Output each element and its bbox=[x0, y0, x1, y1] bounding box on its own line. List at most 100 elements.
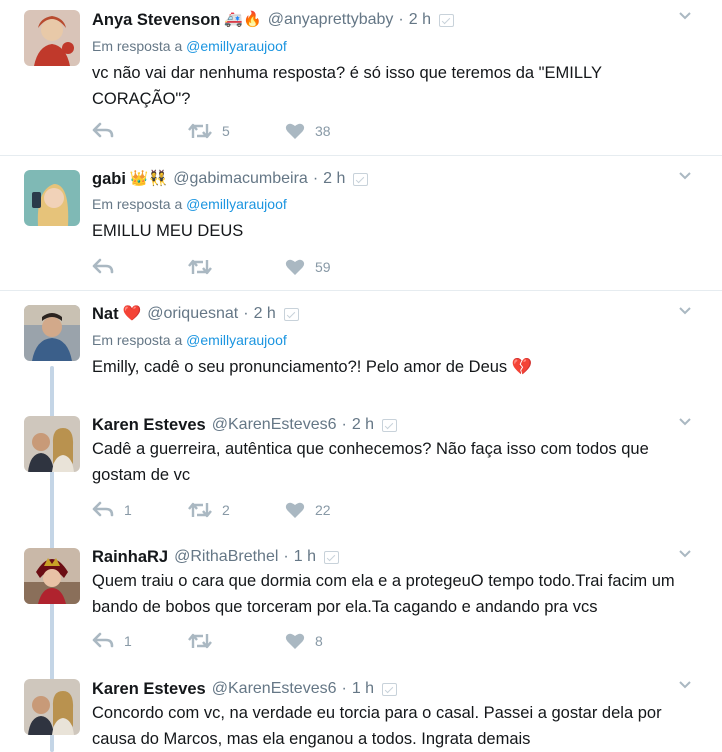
display-name[interactable]: Karen Esteves bbox=[92, 415, 206, 435]
display-name[interactable]: Anya Stevenson bbox=[92, 10, 220, 30]
chevron-down-icon[interactable] bbox=[678, 678, 692, 692]
reply-icon bbox=[92, 258, 114, 274]
avatar[interactable] bbox=[24, 679, 80, 735]
timestamp[interactable]: 2 h bbox=[409, 10, 431, 30]
username[interactable]: @oriquesnat bbox=[147, 304, 238, 324]
separator-dot: · bbox=[341, 680, 347, 697]
reply-prefix: Em resposta a bbox=[92, 332, 183, 348]
tweet-text: Concordo com vc, na verdade eu torcia pa… bbox=[92, 704, 662, 748]
tweet[interactable]: RainhaRJ @RithaBrethel · 1 h Quem traiu … bbox=[0, 530, 722, 663]
like-icon bbox=[285, 123, 305, 139]
like-icon bbox=[285, 259, 305, 275]
tweet-header: Karen Esteves @KarenEsteves6 · 1 h bbox=[92, 679, 398, 699]
display-name[interactable]: gabi bbox=[92, 169, 126, 189]
tweet[interactable]: Karen Esteves @KarenEsteves6 · 1 h Conco… bbox=[0, 663, 722, 752]
reply-handle-link[interactable]: @emillyaraujoof bbox=[186, 332, 287, 348]
reply-context: Em resposta a @emillyaraujoof bbox=[92, 332, 287, 348]
reply-prefix: Em resposta a bbox=[92, 196, 183, 212]
tweet-header: Anya Stevenson 🚑🔥 @anyaprettybaby · 2 h bbox=[92, 10, 454, 30]
retweet-button[interactable] bbox=[188, 631, 222, 651]
tweet-actions: 1 8 bbox=[92, 631, 392, 651]
tweet-text: EMILLU MEU DEUS bbox=[92, 222, 244, 240]
chevron-down-icon[interactable] bbox=[678, 415, 692, 429]
reply-count: 1 bbox=[124, 502, 132, 518]
reply-context: Em resposta a @emillyaraujoof bbox=[92, 196, 287, 212]
reply-icon bbox=[92, 501, 114, 517]
tweet-text: Emilly, cadê o seu pronunciamento?! Pelo… bbox=[92, 358, 533, 376]
tweet-header: RainhaRJ @RithaBrethel · 1 h bbox=[92, 547, 339, 567]
reply-button[interactable]: 1 bbox=[92, 500, 132, 520]
display-name[interactable]: Karen Esteves bbox=[92, 679, 206, 699]
reply-count: 1 bbox=[124, 633, 132, 649]
verified-badge-icon bbox=[283, 307, 299, 321]
username[interactable]: @gabimacumbeira bbox=[173, 169, 308, 189]
like-button[interactable]: 22 bbox=[285, 500, 331, 520]
verified-badge-icon bbox=[382, 682, 398, 696]
reply-icon bbox=[92, 122, 114, 138]
retweet-count: 5 bbox=[222, 123, 230, 139]
tweet-header: Nat ❤️ @oriquesnat · 2 h bbox=[92, 304, 299, 324]
like-count: 38 bbox=[315, 123, 331, 139]
like-button[interactable]: 8 bbox=[285, 631, 323, 651]
avatar[interactable] bbox=[24, 416, 80, 472]
verified-badge-icon bbox=[382, 418, 398, 432]
tweet-header: gabi 👑👯 @gabimacumbeira · 2 h bbox=[92, 169, 369, 189]
separator-dot: · bbox=[398, 11, 404, 28]
reply-button[interactable] bbox=[92, 257, 124, 277]
avatar[interactable] bbox=[24, 10, 80, 66]
tweet[interactable]: Nat ❤️ @oriquesnat · 2 h Em resposta a @… bbox=[0, 291, 722, 396]
timestamp[interactable]: 2 h bbox=[323, 169, 345, 189]
timestamp[interactable]: 1 h bbox=[352, 679, 374, 699]
verified-badge-icon bbox=[438, 13, 454, 27]
reply-button[interactable]: 1 bbox=[92, 631, 132, 651]
username[interactable]: @KarenEsteves6 bbox=[212, 415, 337, 435]
like-count: 8 bbox=[315, 633, 323, 649]
like-icon bbox=[285, 502, 305, 518]
retweet-icon bbox=[188, 259, 212, 275]
timestamp[interactable]: 2 h bbox=[254, 304, 276, 324]
reply-prefix: Em resposta a bbox=[92, 38, 183, 54]
separator-dot: · bbox=[312, 170, 319, 187]
display-name[interactable]: RainhaRJ bbox=[92, 547, 168, 567]
like-button[interactable]: 38 bbox=[285, 121, 331, 141]
chevron-down-icon[interactable] bbox=[678, 169, 692, 183]
avatar[interactable] bbox=[24, 170, 80, 226]
retweet-icon bbox=[188, 502, 212, 518]
reply-context: Em resposta a @emillyaraujoof bbox=[92, 38, 287, 54]
verified-badge-icon bbox=[353, 172, 369, 186]
retweet-button[interactable] bbox=[188, 257, 222, 277]
reply-handle-link[interactable]: @emillyaraujoof bbox=[186, 196, 287, 212]
avatar[interactable] bbox=[24, 305, 80, 361]
reply-handle-link[interactable]: @emillyaraujoof bbox=[186, 38, 287, 54]
display-name[interactable]: Nat bbox=[92, 304, 119, 324]
like-count: 22 bbox=[315, 502, 331, 518]
chevron-down-icon[interactable] bbox=[678, 547, 692, 561]
name-emoji: 👑👯 bbox=[129, 170, 168, 187]
chevron-down-icon[interactable] bbox=[678, 304, 692, 318]
reply-button[interactable] bbox=[92, 121, 124, 141]
timestamp[interactable]: 2 h bbox=[352, 415, 374, 435]
avatar[interactable] bbox=[24, 548, 80, 604]
retweet-count: 2 bbox=[222, 502, 230, 518]
reply-icon bbox=[92, 632, 114, 648]
tweet-actions: 59 bbox=[92, 257, 392, 277]
tweet[interactable]: Anya Stevenson 🚑🔥 @anyaprettybaby · 2 h … bbox=[0, 0, 722, 155]
like-button[interactable]: 59 bbox=[285, 257, 331, 277]
retweet-button[interactable]: 2 bbox=[188, 500, 230, 520]
tweet-header: Karen Esteves @KarenEsteves6 · 2 h bbox=[92, 415, 398, 435]
username[interactable]: @KarenEsteves6 bbox=[212, 679, 337, 699]
tweet[interactable]: gabi 👑👯 @gabimacumbeira · 2 h Em respost… bbox=[0, 156, 722, 290]
tweet-text: Quem traiu o cara que dormia com ela e a… bbox=[92, 572, 675, 616]
verified-badge-icon bbox=[323, 550, 339, 564]
retweet-button[interactable]: 5 bbox=[188, 121, 230, 141]
timestamp[interactable]: 1 h bbox=[294, 547, 316, 567]
retweet-icon bbox=[188, 123, 212, 139]
chevron-down-icon[interactable] bbox=[678, 9, 692, 23]
tweet-actions: 1 2 22 bbox=[92, 500, 392, 520]
tweet[interactable]: Karen Esteves @KarenEsteves6 · 2 h Cadê … bbox=[0, 396, 722, 530]
name-emoji: ❤️ bbox=[122, 305, 142, 322]
like-icon bbox=[285, 633, 305, 649]
username[interactable]: @anyaprettybaby bbox=[268, 10, 394, 30]
separator-dot: · bbox=[341, 416, 347, 433]
username[interactable]: @RithaBrethel bbox=[174, 547, 278, 567]
